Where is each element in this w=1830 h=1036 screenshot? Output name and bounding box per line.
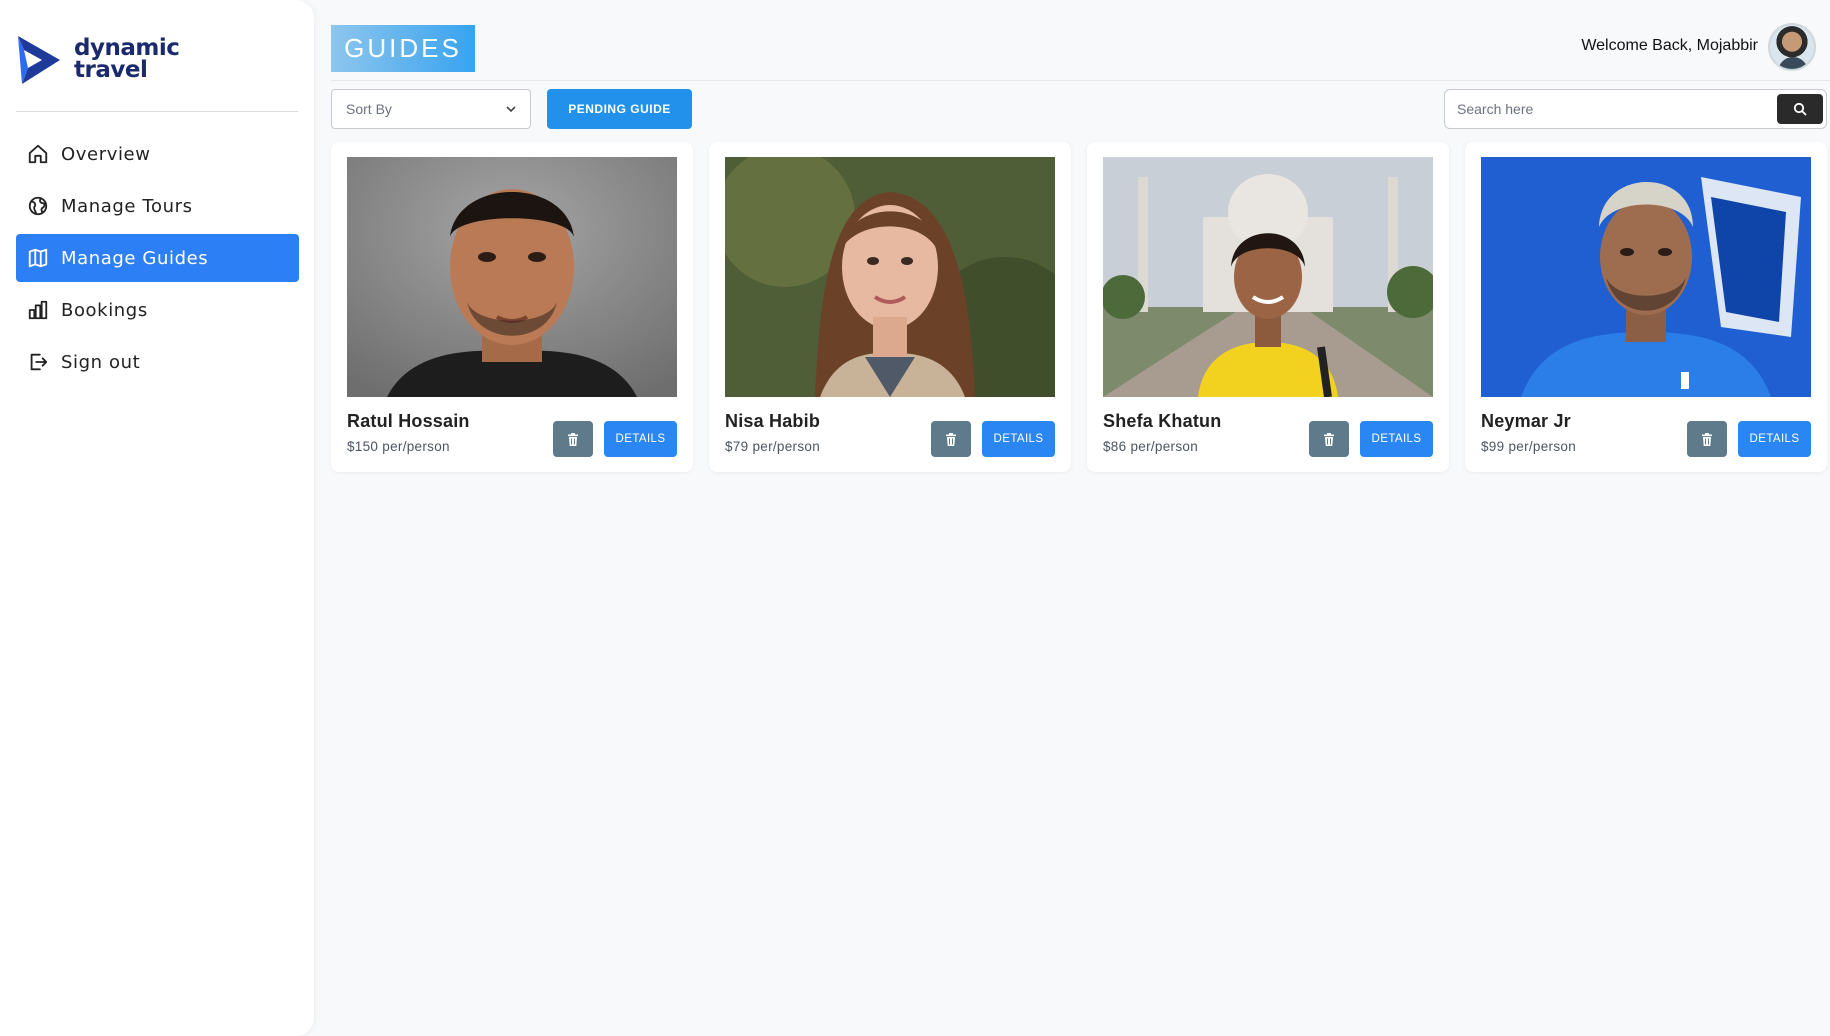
sidebar: dynamic travel Overview Manage Tours Man… [0, 0, 314, 1036]
sidebar-item-sign-out[interactable]: Sign out [16, 338, 299, 386]
delete-button[interactable] [1309, 421, 1349, 457]
avatar[interactable] [1768, 23, 1816, 71]
logo-text: dynamic travel [74, 35, 180, 83]
details-button[interactable]: DETAILS [604, 421, 677, 457]
trash-icon [1324, 432, 1334, 446]
guide-photo [1481, 157, 1811, 397]
sort-select[interactable]: Sort By [331, 89, 531, 129]
trash-icon [568, 432, 578, 446]
sidebar-item-label: Manage Tours [61, 195, 193, 217]
map-icon [27, 247, 49, 269]
sidebar-item-manage-tours[interactable]: Manage Tours [16, 182, 299, 230]
guide-name: Nisa Habib [725, 411, 821, 431]
guide-name: Shefa Khatun [1103, 411, 1222, 431]
chevron-down-icon [506, 106, 516, 113]
guide-price: $86 per/person [1103, 439, 1199, 454]
logo-text-line2: travel [74, 57, 148, 83]
search-icon [1793, 102, 1807, 116]
trash-icon [946, 432, 956, 446]
details-button[interactable]: DETAILS [1360, 421, 1433, 457]
sidebar-item-bookings[interactable]: Bookings [16, 286, 299, 334]
sidebar-item-overview[interactable]: Overview [16, 130, 299, 178]
sidebar-item-label: Sign out [61, 351, 141, 373]
delete-button[interactable] [931, 421, 971, 457]
guide-price: $150 per/person [347, 439, 450, 454]
sort-select-label: Sort By [346, 101, 392, 117]
guide-card: Nisa Habib $79 per/person DETAILS [709, 142, 1071, 472]
logo[interactable]: dynamic travel [14, 30, 180, 88]
guide-price: $99 per/person [1481, 439, 1577, 454]
search-box [1444, 89, 1827, 129]
guide-name: Ratul Hossain [347, 411, 470, 431]
sidebar-nav: Overview Manage Tours Manage Guides Book… [16, 130, 299, 390]
globe-icon [27, 195, 49, 217]
guide-card: Neymar Jr $99 per/person DETAILS [1465, 142, 1827, 472]
delete-button[interactable] [1687, 421, 1727, 457]
guide-photo [1103, 157, 1433, 397]
guide-price: $79 per/person [725, 439, 821, 454]
header-divider [331, 80, 1830, 81]
delete-button[interactable] [553, 421, 593, 457]
guide-name: Neymar Jr [1481, 411, 1571, 431]
sidebar-divider [16, 111, 298, 112]
home-icon [27, 143, 49, 165]
page-title: GUIDES [331, 25, 475, 72]
logo-text-line1: dynamic [74, 35, 180, 61]
guide-photo [725, 157, 1055, 397]
sidebar-item-label: Overview [61, 143, 151, 165]
sidebar-item-label: Manage Guides [61, 247, 209, 269]
search-button[interactable] [1777, 94, 1823, 124]
guide-card: Shefa Khatun $86 per/person DETAILS [1087, 142, 1449, 472]
guide-photo [347, 157, 677, 397]
details-button[interactable]: DETAILS [982, 421, 1055, 457]
guide-card: Ratul Hossain $150 per/person DETAILS [331, 142, 693, 472]
sidebar-item-manage-guides[interactable]: Manage Guides [16, 234, 299, 282]
logo-mark-icon [18, 36, 60, 84]
trash-icon [1702, 432, 1712, 446]
logout-icon [27, 351, 49, 373]
pending-guide-button[interactable]: PENDING GUIDE [547, 89, 692, 129]
search-input[interactable] [1457, 90, 1757, 128]
welcome-text: Welcome Back, Mojabbir [1581, 37, 1758, 54]
bar-chart-icon [27, 299, 49, 321]
sidebar-item-label: Bookings [61, 299, 148, 321]
details-button[interactable]: DETAILS [1738, 421, 1811, 457]
